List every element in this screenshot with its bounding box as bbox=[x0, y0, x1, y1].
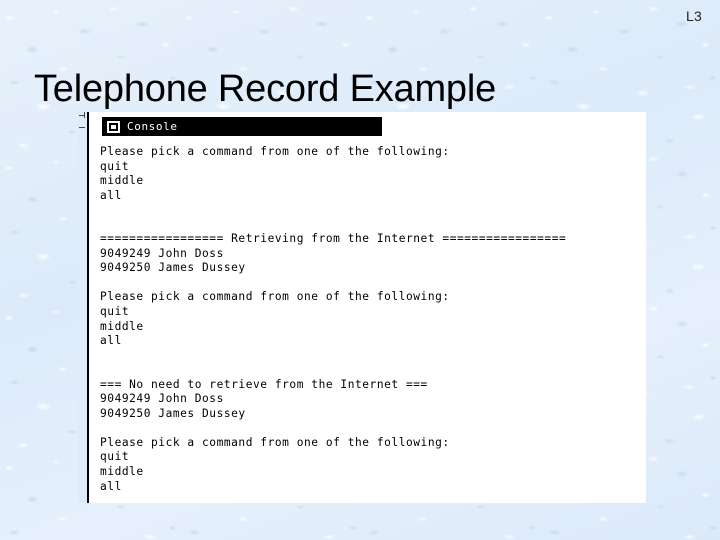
console-line: ================= Retrieving from the In… bbox=[100, 232, 567, 246]
console-window-screenshot: Console Please pick a command from one o… bbox=[78, 112, 646, 503]
console-line: all bbox=[100, 334, 122, 348]
console-line: all bbox=[100, 479, 122, 493]
console-line: Please pick a command from one of the fo… bbox=[100, 145, 450, 158]
console-line: 9049249 John Doss bbox=[100, 392, 224, 406]
console-titlebar[interactable]: Console bbox=[102, 117, 382, 136]
console-title-label: Console bbox=[127, 120, 178, 133]
console-line: quit bbox=[100, 450, 130, 464]
page-title: Telephone Record Example bbox=[34, 68, 497, 111]
page-marker: L3 bbox=[686, 8, 702, 24]
console-line: quit bbox=[100, 159, 130, 173]
console-output-text[interactable]: Please pick a command from one of the fo… bbox=[100, 145, 646, 503]
console-line: Please pick a command from one of the fo… bbox=[100, 290, 450, 304]
console-line: middle bbox=[100, 319, 144, 333]
console-monitor-icon bbox=[107, 120, 120, 133]
console-line: middle bbox=[100, 465, 144, 479]
console-line: === No need to retrieve from the Interne… bbox=[100, 377, 428, 391]
window-tick-mark bbox=[79, 127, 85, 128]
console-line: 9049250 James Dussey bbox=[100, 406, 246, 420]
console-line: quit bbox=[100, 305, 130, 319]
console-line: all bbox=[100, 188, 122, 202]
window-left-edge-strip bbox=[78, 112, 87, 503]
console-line: 9049249 John Doss bbox=[100, 246, 224, 260]
console-line: middle bbox=[100, 174, 144, 188]
window-tick-mark bbox=[79, 115, 85, 116]
console-line: Please pick a command from one of the fo… bbox=[100, 435, 450, 449]
console-line: 9049250 James Dussey bbox=[100, 261, 246, 275]
console-page: Console Please pick a command from one o… bbox=[87, 112, 646, 503]
